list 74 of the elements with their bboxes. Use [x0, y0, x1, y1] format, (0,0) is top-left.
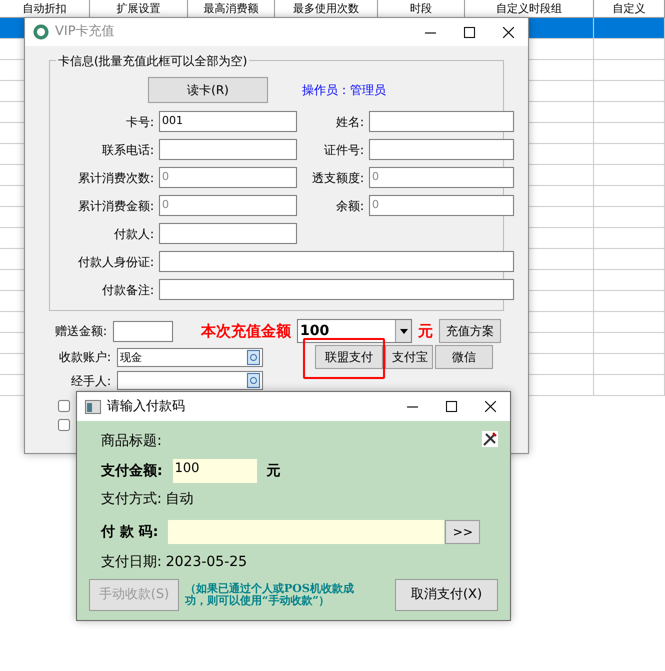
input-field[interactable]: 0 [369, 167, 514, 188]
field-label: 支付日期: [101, 553, 162, 572]
maximize-icon[interactable] [464, 26, 475, 38]
amount-field[interactable]: 100 [172, 459, 257, 483]
field-label: 付 款 码: [101, 522, 158, 542]
field-label: 付款备注: [100, 282, 154, 298]
input-field[interactable] [369, 139, 514, 160]
field-label: 付款人身份证: [76, 254, 154, 270]
input-field[interactable] [117, 371, 263, 390]
group-title: 卡信息(批量充值此框可以全部为空) [56, 52, 250, 70]
checkbox[interactable] [58, 419, 70, 431]
operator-name: 管理员 [350, 82, 386, 99]
placeholder-text: 0 [372, 198, 379, 211]
input-field[interactable] [159, 139, 297, 160]
field-label: 联系电话: [100, 142, 154, 158]
payment-button[interactable]: 微信 [435, 345, 493, 369]
field-label: 透支额度: [310, 170, 364, 186]
cancel-payment-button[interactable]: 取消支付(X) [395, 579, 498, 611]
field-value: 2023-05-25 [166, 553, 248, 572]
input-field[interactable] [159, 223, 297, 244]
field-value: 自动 [166, 490, 194, 509]
placeholder-text: 0 [372, 170, 379, 183]
window-title: 请输入付款码 [107, 398, 185, 416]
column-header: 自定义 [594, 0, 665, 17]
field-value: 现金 [120, 350, 142, 364]
recharge-plan-button[interactable]: 充值方案 [439, 319, 502, 343]
payment-code-field[interactable] [168, 520, 444, 544]
input-field[interactable] [159, 251, 514, 272]
input-field[interactable] [113, 320, 174, 342]
hint-text: （如果已通过个人或POS机收款成功，则可以使用“手动收款”） [185, 583, 355, 607]
field-label: 经手人: [70, 372, 111, 390]
amount-dropdown[interactable]: 100 [297, 319, 412, 343]
close-icon[interactable] [503, 26, 514, 38]
input-field[interactable]: 0 [159, 167, 297, 188]
input-field[interactable]: 001 [159, 111, 297, 132]
window-icon [85, 400, 101, 414]
payment-button[interactable]: 支付宝 [385, 345, 433, 369]
read-card-button[interactable]: 读卡(R) [148, 77, 268, 103]
lookup-icon[interactable] [247, 373, 260, 388]
placeholder-text: 0 [162, 198, 169, 211]
tools-icon[interactable] [482, 431, 498, 447]
field-label: 姓名: [334, 114, 364, 130]
unit-label: 元 [266, 462, 281, 480]
close-icon[interactable] [485, 401, 496, 412]
caret-icon[interactable] [395, 320, 412, 342]
input-field[interactable] [369, 111, 514, 132]
field-value: 001 [162, 114, 183, 127]
checkbox[interactable] [58, 400, 70, 412]
window-title: VIP卡充值 [55, 23, 115, 42]
unit-label: 元 [418, 320, 434, 342]
submit-button[interactable]: >> [445, 520, 480, 544]
lookup-icon[interactable] [247, 350, 260, 364]
field-label: 卡号: [124, 114, 154, 130]
field-label: 付款人: [112, 226, 154, 242]
payment-button[interactable]: 联盟支付 [315, 345, 383, 369]
maximize-icon[interactable] [446, 401, 457, 412]
field-label: 赠送金额: [55, 323, 108, 340]
field-label: 商品标题: [101, 432, 162, 451]
field-label: 收款账户: [58, 349, 111, 366]
input-field[interactable]: 0 [159, 195, 297, 216]
dropdown-value: 100 [300, 323, 330, 339]
recharge-amount-label: 本次充值金额 [201, 320, 292, 342]
field-label: 累计消费次数: [76, 170, 154, 186]
field-label: 累计消费金额: [76, 198, 154, 214]
field-label: 支付金额: [101, 462, 163, 480]
field-label: 余额: [334, 198, 364, 214]
field-label: 证件号: [322, 142, 364, 158]
field-label: 支付方式: [101, 490, 162, 509]
input-field[interactable]: 现金 [117, 348, 263, 366]
input-field[interactable] [159, 279, 514, 300]
operator-label: 操作员： [302, 82, 350, 99]
placeholder-text: 0 [162, 170, 169, 183]
input-field[interactable]: 0 [369, 195, 514, 216]
app-icon [33, 24, 49, 40]
